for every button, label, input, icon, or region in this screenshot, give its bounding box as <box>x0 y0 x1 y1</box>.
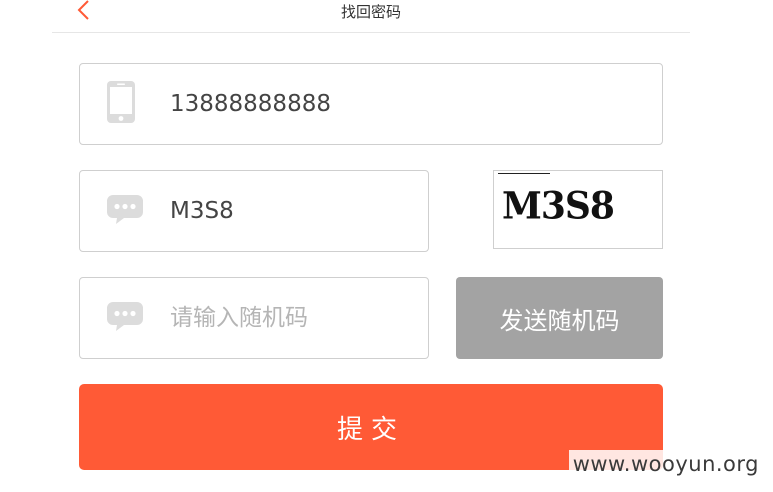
captcha-noise-line <box>498 173 550 174</box>
captcha-image[interactable]: M3S8 <box>493 170 663 249</box>
watermark: www.wooyun.org <box>568 450 763 478</box>
phone-input[interactable] <box>170 64 650 144</box>
sms-code-field[interactable] <box>79 277 429 359</box>
phone-icon <box>106 80 136 128</box>
top-bar: 找回密码 <box>52 0 690 33</box>
phone-field[interactable] <box>79 63 663 145</box>
chat-bubble-icon <box>106 193 144 229</box>
page-title: 找回密码 <box>340 3 401 21</box>
captcha-field[interactable] <box>79 170 429 252</box>
send-code-button[interactable]: 发送随机码 <box>456 277 663 359</box>
captcha-input[interactable] <box>170 171 416 251</box>
captcha-text: M3S8 <box>502 183 615 229</box>
chat-bubble-icon <box>106 300 144 336</box>
sms-code-input[interactable] <box>170 278 416 358</box>
